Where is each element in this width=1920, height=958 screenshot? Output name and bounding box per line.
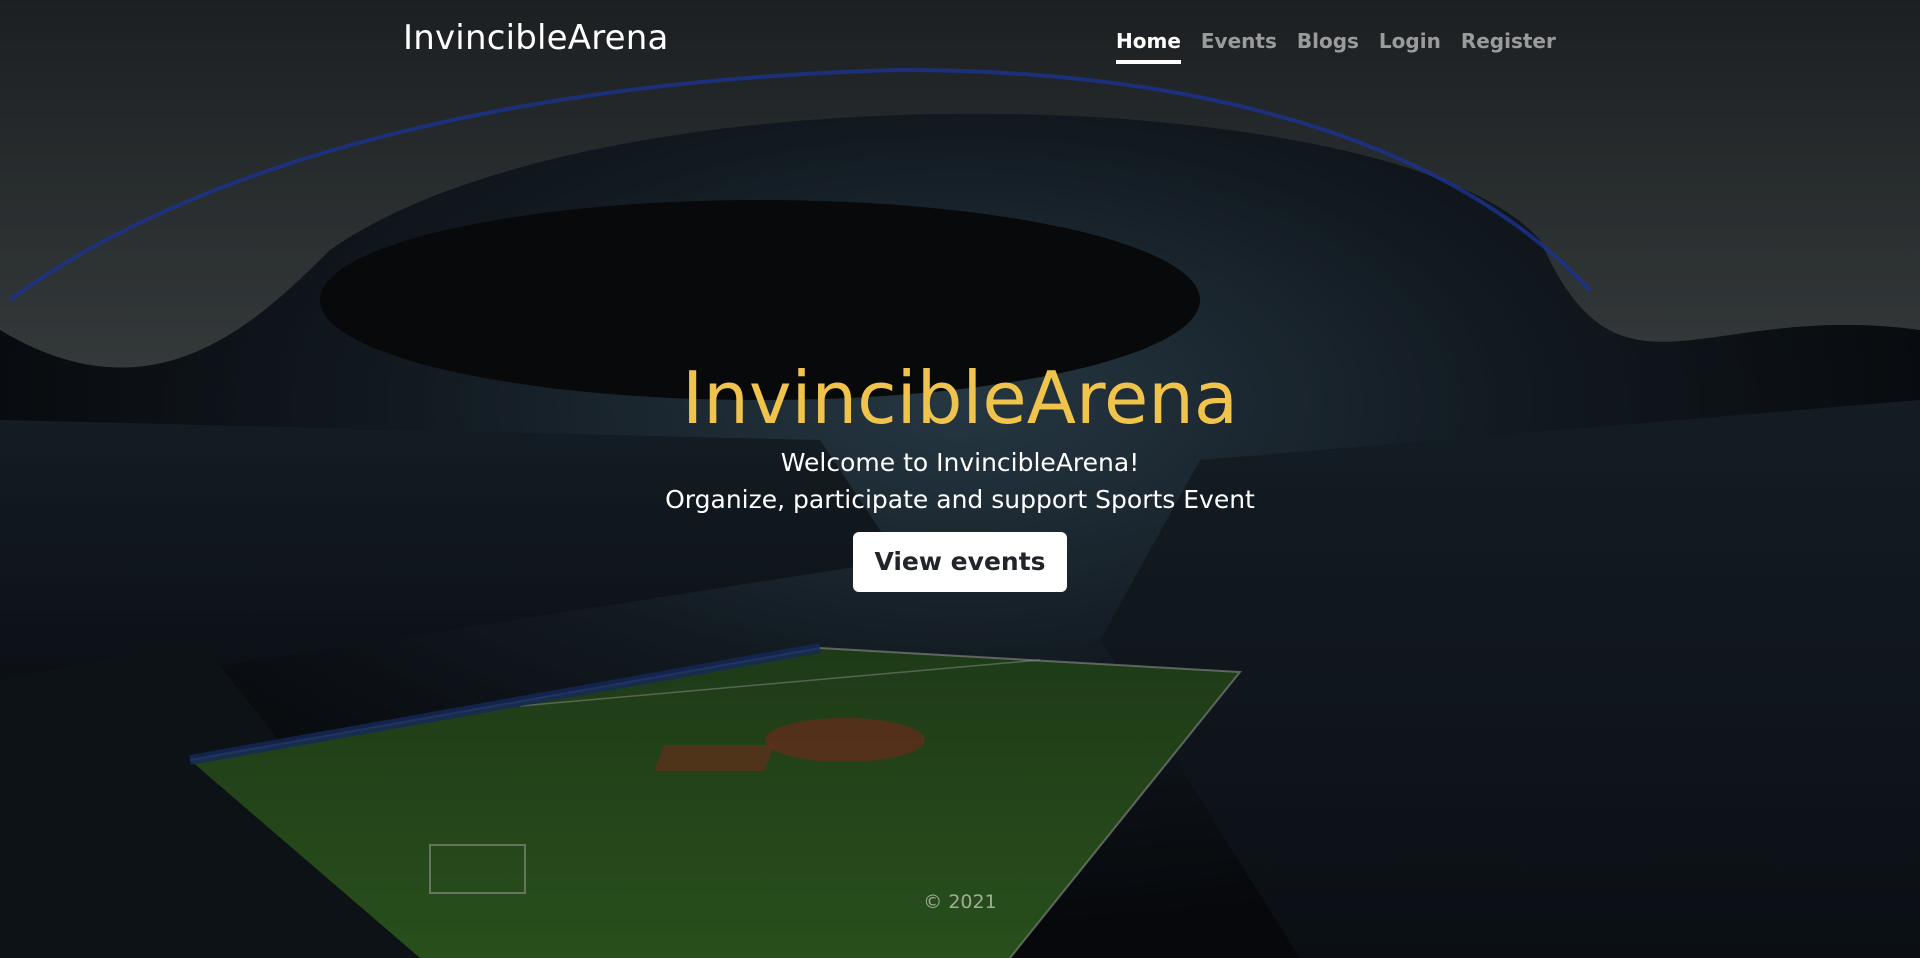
main-nav: Home Events Blogs Login Register xyxy=(1116,28,1576,64)
view-events-button[interactable]: View events xyxy=(853,532,1067,592)
nav-events[interactable]: Events xyxy=(1201,28,1277,64)
nav-blogs[interactable]: Blogs xyxy=(1297,28,1359,64)
nav-register[interactable]: Register xyxy=(1461,28,1556,64)
nav-home[interactable]: Home xyxy=(1116,28,1181,64)
site-header: InvincibleArena Home Events Blogs Login … xyxy=(0,0,1920,84)
brand-logo-link[interactable]: InvincibleArena xyxy=(403,18,669,58)
nav-login[interactable]: Login xyxy=(1379,28,1441,64)
copyright-text: © 2021 xyxy=(923,891,997,913)
landing-page: InvincibleArena Home Events Blogs Login … xyxy=(0,0,1920,958)
hero-section: InvincibleArena Welcome to InvincibleAre… xyxy=(0,352,1920,592)
hero-welcome-text: Welcome to InvincibleArena! xyxy=(780,448,1140,477)
hero-title: InvincibleArena xyxy=(681,356,1239,440)
site-footer: © 2021 xyxy=(0,891,1920,913)
hero-tagline: Organize, participate and support Sports… xyxy=(665,485,1255,514)
